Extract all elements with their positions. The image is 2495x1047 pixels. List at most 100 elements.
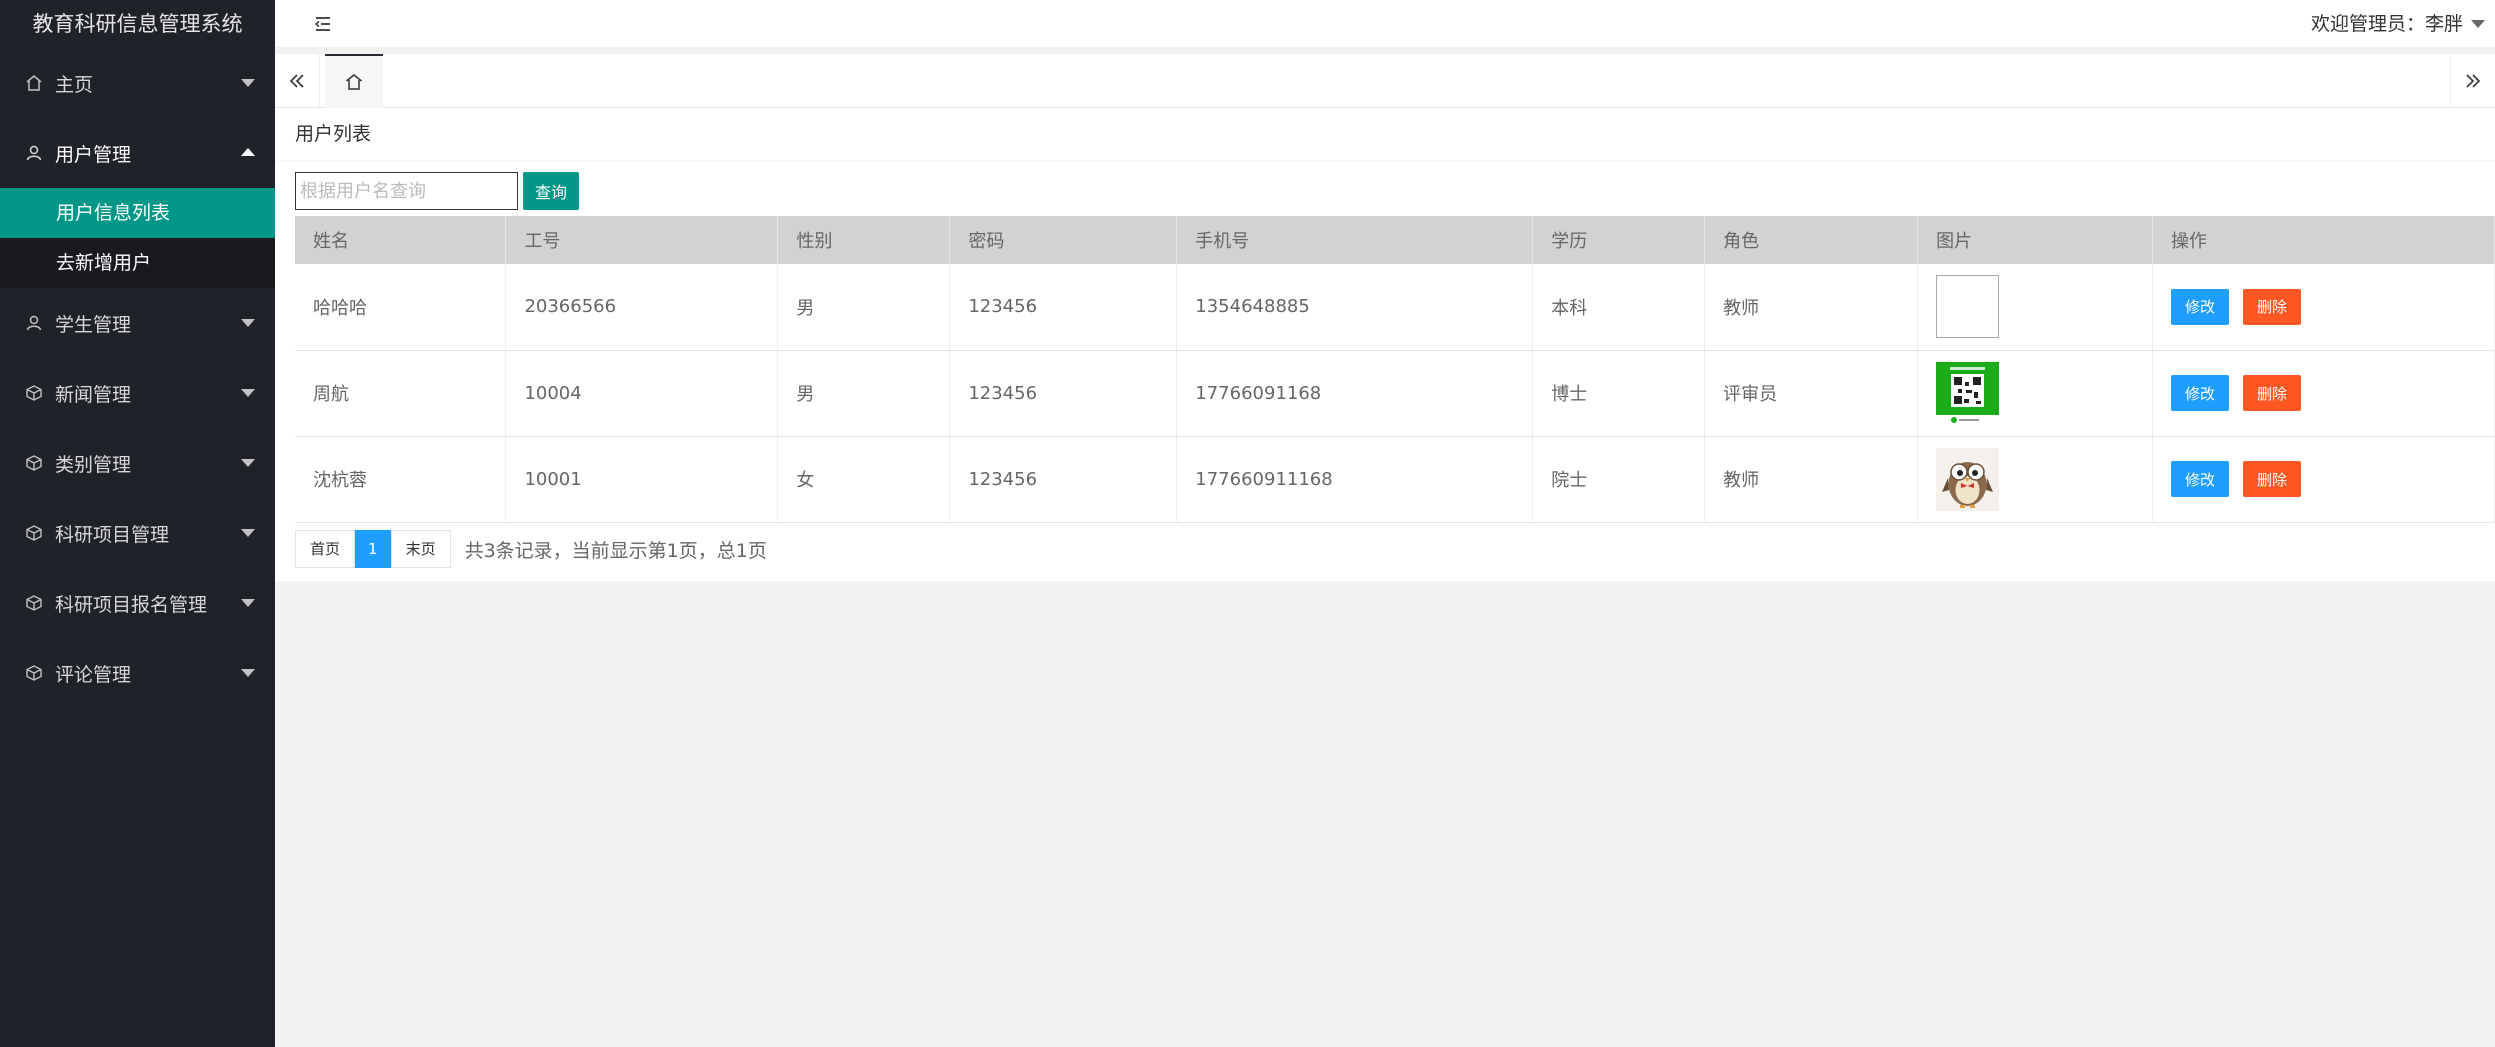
delete-button[interactable]: 删除 [2243,375,2302,411]
menu-toggle-icon[interactable] [313,14,333,34]
app-title: 教育科研信息管理系统 [32,12,243,36]
sidebar-item-user-management[interactable]: 用户管理 [0,118,275,188]
sidebar-item-news-management[interactable]: 新闻管理 [0,358,275,428]
sidebar-item-comment-management[interactable]: 评论管理 [0,638,275,708]
cell-name: 周航 [295,350,507,437]
sidebar: 教育科研信息管理系统 主页 用户管理 用户信息列表 去新增用户 学生管理 新闻管… [0,0,275,1047]
sidebar-item-label: 新闻管理 [55,383,132,406]
chevron-up-icon [241,148,255,156]
user-welcome-label: 欢迎管理员：李胖 [2310,13,2463,35]
user-menu[interactable]: 欢迎管理员：李胖 [2311,0,2485,48]
cell-phone: 177660911168 [1176,436,1534,523]
cell-phone: 17766091168 [1176,350,1534,437]
tab-scroll-right-icon[interactable] [2450,54,2495,108]
cell-gender: 男 [777,264,951,351]
cell-gender: 男 [777,350,951,437]
edit-button[interactable]: 修改 [2171,288,2230,325]
qr-code-image-icon [1936,361,2000,425]
cell-role: 教师 [1704,264,1919,351]
main-content: 用户列表 查询 姓名 工号 性别 密码 手机号 学历 角色 图片 操作 哈哈哈 [275,108,2495,581]
sidebar-item-label: 类别管理 [55,453,132,476]
cell-password: 123456 [949,436,1178,523]
cell-role: 评审员 [1704,350,1919,437]
column-header-password: 密码 [949,216,1178,264]
last-page-button[interactable]: 末页 [390,530,451,568]
cell-education: 院士 [1532,436,1706,523]
sidebar-item-home[interactable]: 主页 [0,48,275,118]
cell-actions: 修改 删除 [2152,350,2495,437]
delete-button[interactable]: 删除 [2243,461,2302,497]
edit-button[interactable]: 修改 [2171,461,2230,497]
delete-button[interactable]: 删除 [2243,288,2302,325]
cube-icon [25,594,43,612]
sidebar-subitem-user-list[interactable]: 用户信息列表 [0,188,275,238]
chevron-down-icon [241,79,255,87]
column-header-actions: 操作 [2152,216,2495,264]
sidebar-item-label: 科研项目报名管理 [55,593,208,616]
column-header-image: 图片 [1917,216,2154,264]
pagination: 首页 1 末页 共3条记录，当前显示第1页，总1页 [295,530,767,568]
cell-image [1917,264,2154,351]
table-row: 哈哈哈 20366566 男 123456 1354648885 本科 教师 修… [295,264,2495,351]
cell-phone: 1354648885 [1176,264,1534,351]
sidebar-item-student-management[interactable]: 学生管理 [0,288,275,358]
column-header-gender: 性别 [777,216,951,264]
cell-role: 教师 [1704,436,1919,523]
cube-icon [25,384,43,402]
current-page-button[interactable]: 1 [355,530,391,568]
cell-password: 123456 [949,350,1178,437]
owl-image-icon [1936,447,2000,511]
sidebar-subitem-add-user[interactable]: 去新增用户 [0,238,275,288]
chevron-down-icon [2471,20,2485,28]
cube-icon [25,664,43,682]
table-header-row: 姓名 工号 性别 密码 手机号 学历 角色 图片 操作 [295,216,2495,264]
chevron-down-icon [241,389,255,397]
column-header-phone: 手机号 [1176,216,1534,264]
sidebar-item-label: 科研项目管理 [55,523,170,546]
cell-education: 本科 [1532,264,1706,351]
sidebar-item-research-project-management[interactable]: 科研项目管理 [0,498,275,568]
chevron-down-icon [241,669,255,677]
column-header-role: 角色 [1704,216,1919,264]
cell-education: 博士 [1532,350,1706,437]
user-icon [25,144,43,162]
top-header: 欢迎管理员：李胖 [275,0,2495,48]
home-icon [346,74,362,90]
sidebar-item-project-registration-management[interactable]: 科研项目报名管理 [0,568,275,638]
chevron-down-icon [241,529,255,537]
user-icon [25,314,43,332]
broken-image-icon [1936,275,2000,339]
edit-button[interactable]: 修改 [2171,375,2230,411]
table-row: 周航 10004 男 123456 17766091168 博士 评审员 修改 … [295,350,2495,437]
cell-password: 123456 [949,264,1178,351]
cell-id: 10001 [505,436,779,523]
sidebar-item-label: 评论管理 [55,663,132,686]
chevron-down-icon [241,319,255,327]
sidebar-item-category-management[interactable]: 类别管理 [0,428,275,498]
cell-actions: 修改 删除 [2152,264,2495,351]
home-icon [25,74,43,92]
table-row: 沈杭蓉 10001 女 123456 177660911168 院士 教师 修改… [295,436,2495,523]
sidebar-item-label: 学生管理 [55,313,132,336]
tab-scroll-left-icon[interactable] [275,54,320,108]
tab-home[interactable] [325,54,383,108]
sidebar-item-label: 主页 [55,73,94,96]
cell-name: 哈哈哈 [295,264,507,351]
column-header-name: 姓名 [295,216,507,264]
search-bar: 查询 [295,172,580,210]
cube-icon [25,454,43,472]
first-page-button[interactable]: 首页 [295,530,356,568]
cell-name: 沈杭蓉 [295,436,507,523]
query-button[interactable]: 查询 [523,172,580,210]
cell-id: 20366566 [505,264,779,351]
cell-image [1917,350,2154,437]
search-input[interactable] [295,172,518,210]
pagination-info: 共3条记录，当前显示第1页，总1页 [464,539,767,562]
column-header-education: 学历 [1532,216,1706,264]
column-header-id: 工号 [505,216,779,264]
sidebar-item-label: 用户管理 [55,143,132,166]
chevron-down-icon [241,599,255,607]
sidebar-submenu-user-management: 用户信息列表 去新增用户 [0,188,275,288]
cell-gender: 女 [777,436,951,523]
user-table: 姓名 工号 性别 密码 手机号 学历 角色 图片 操作 哈哈哈 20366566… [295,216,2495,523]
